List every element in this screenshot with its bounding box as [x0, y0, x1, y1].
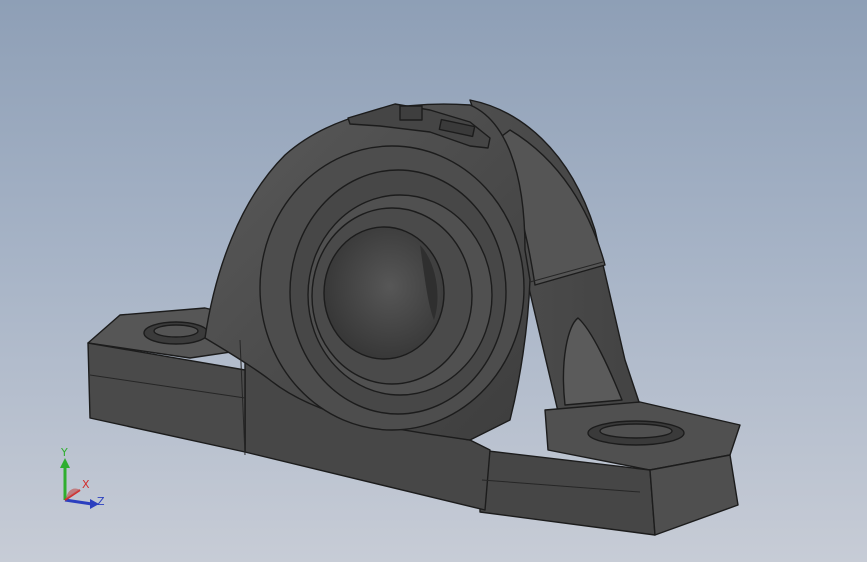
- orientation-triad: Y X Z: [60, 446, 105, 509]
- z-axis-label: Z: [97, 495, 105, 508]
- y-axis-arrowhead: [60, 458, 70, 468]
- x-axis-label: X: [82, 478, 90, 491]
- y-axis-label: Y: [60, 446, 68, 459]
- triad-plane-marker: [66, 488, 80, 499]
- graphics-viewport[interactable]: Y X Z: [0, 0, 867, 562]
- z-axis-arrow: [64, 498, 93, 506]
